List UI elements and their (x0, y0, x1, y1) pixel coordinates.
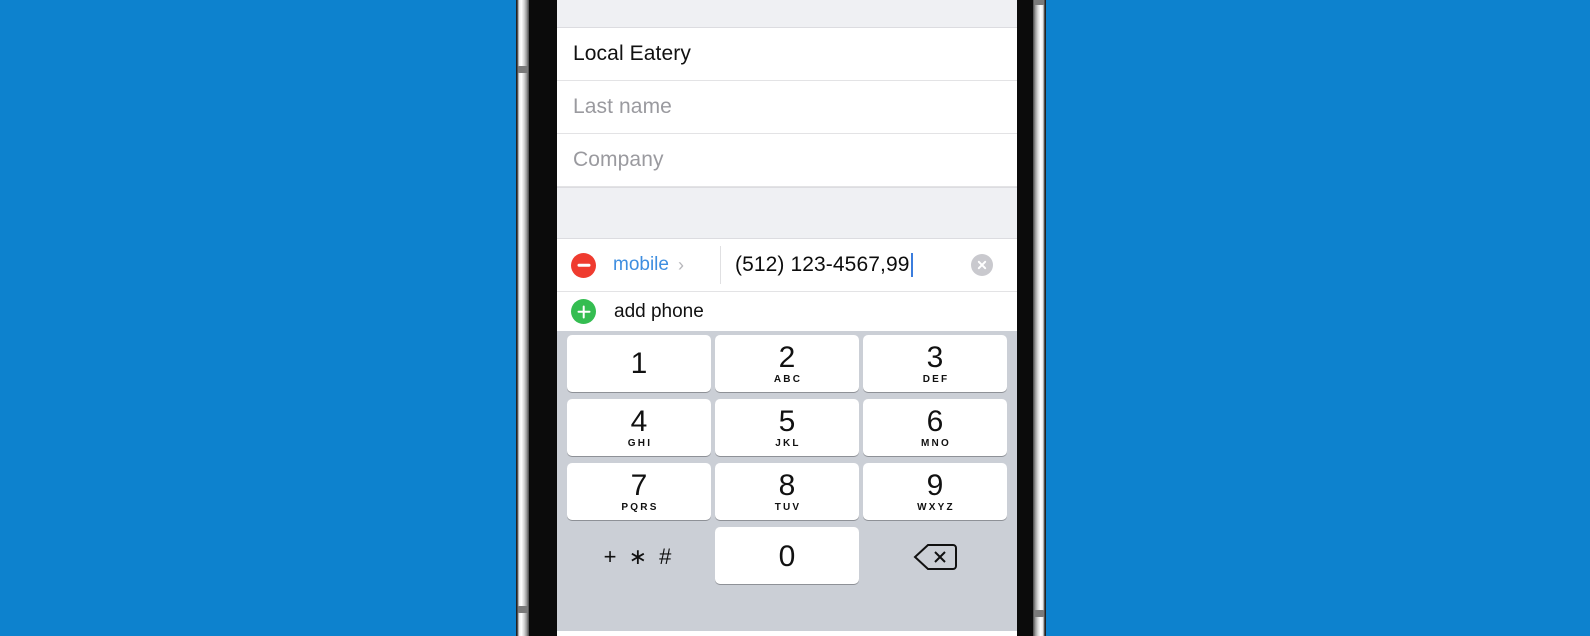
key-2-letters: ABC (773, 374, 803, 385)
keypad-row-2: 4 GHI 5 JKL 6 MNO (557, 399, 1017, 456)
key-1[interactable]: 1 (567, 335, 711, 392)
delete-backspace-icon[interactable] (863, 527, 1007, 584)
plus-circle-icon[interactable] (571, 299, 596, 324)
device-bottom-nub-left (518, 606, 528, 613)
company-placeholder: Company (573, 148, 664, 171)
key-3[interactable]: 3 DEF (863, 335, 1007, 392)
key-6-letters: MNO (921, 438, 951, 449)
add-phone-label: add phone (614, 300, 704, 322)
key-0-digit: 0 (778, 539, 796, 573)
minus-bar (577, 263, 590, 267)
key-4-digit: 4 (630, 405, 648, 438)
numeric-keypad: 1 2 ABC 3 DEF 4 GHI 5 JKL 6 MNO 7 PQRS 8… (557, 331, 1017, 631)
phone-number-input[interactable]: (512) 123-4567,99 (721, 253, 971, 277)
first-name-field[interactable]: Local Eatery (557, 28, 1017, 81)
key-1-digit: 1 (630, 347, 648, 380)
phone-number-value: (512) 123-4567,99 (735, 253, 910, 276)
last-name-placeholder: Last name (573, 95, 672, 118)
keypad-row-1: 1 2 ABC 3 DEF (557, 335, 1017, 392)
key-0[interactable]: 0 (715, 527, 859, 584)
phone-screen: Local Eatery Last name Company mobile › (557, 0, 1017, 636)
add-phone-row[interactable]: add phone (557, 292, 1017, 331)
key-2[interactable]: 2 ABC (715, 335, 859, 392)
key-8-letters: TUV (774, 502, 802, 513)
key-6-digit: 6 (926, 405, 944, 438)
key-7-letters: PQRS (621, 502, 659, 513)
key-7[interactable]: 7 PQRS (567, 463, 711, 520)
phone-number-row: mobile › (512) 123-4567,99 (557, 239, 1017, 292)
key-symbols[interactable]: + ∗ # (567, 527, 711, 584)
key-8[interactable]: 8 TUV (715, 463, 859, 520)
key-symbols-label: + ∗ # (603, 543, 675, 569)
volume-button-nub-top[interactable] (518, 66, 528, 73)
key-9[interactable]: 9 WXYZ (863, 463, 1007, 520)
keypad-row-3: 7 PQRS 8 TUV 9 WXYZ (557, 463, 1017, 520)
phone-label-button[interactable]: mobile › (613, 254, 720, 276)
key-8-digit: 8 (778, 469, 796, 502)
device-right-rail (1032, 0, 1046, 636)
key-7-digit: 7 (630, 469, 648, 502)
key-6[interactable]: 6 MNO (863, 399, 1007, 456)
keypad-row-4: + ∗ # 0 (557, 527, 1017, 584)
key-5-digit: 5 (778, 405, 796, 438)
chevron-right-icon: › (677, 255, 684, 275)
phone-label-text: mobile (613, 254, 669, 275)
first-name-value: Local Eatery (573, 42, 691, 65)
key-5[interactable]: 5 JKL (715, 399, 859, 456)
key-2-digit: 2 (778, 341, 796, 374)
device-left-rail (516, 0, 530, 636)
last-name-field[interactable]: Last name (557, 81, 1017, 134)
key-4-letters: GHI (627, 438, 653, 449)
section-spacer (557, 187, 1017, 239)
plus-bar-vertical (582, 305, 585, 318)
device-bottom-nub-right (1034, 610, 1044, 617)
key-9-letters: WXYZ (917, 502, 955, 513)
top-section-spacer (557, 0, 1017, 28)
key-9-digit: 9 (926, 469, 944, 502)
power-button-nub[interactable] (1034, 0, 1044, 5)
minus-circle-icon[interactable] (571, 252, 596, 278)
key-3-digit: 3 (926, 341, 944, 374)
screenshot-stage: Local Eatery Last name Company mobile › (0, 0, 1590, 636)
text-cursor (910, 253, 913, 277)
company-field[interactable]: Company (557, 134, 1017, 187)
key-4[interactable]: 4 GHI (567, 399, 711, 456)
key-5-letters: JKL (775, 438, 801, 449)
clear-circle-icon[interactable] (971, 254, 993, 276)
key-3-letters: DEF (922, 374, 950, 385)
phone-device: Local Eatery Last name Company mobile › (516, 0, 1046, 636)
